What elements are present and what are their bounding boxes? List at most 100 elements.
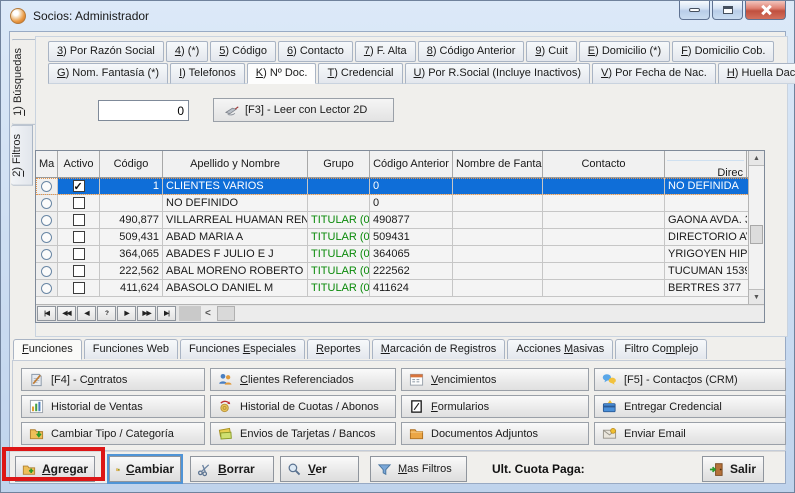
tab-funciones[interactable]: Funciones: [13, 339, 82, 360]
doc-number-input[interactable]: [98, 100, 189, 121]
cell-direccion: GAONA AVDA. 37: [665, 212, 747, 228]
tab-huella-dactilar[interactable]: H) Huella Dactilar: [718, 63, 795, 84]
activo-checkbox[interactable]: [58, 178, 100, 194]
row-selector-radio[interactable]: [36, 263, 58, 279]
entregar-credencial-button[interactable]: Entregar Credencial: [594, 395, 786, 418]
cell-codigo: 411,624: [100, 280, 163, 296]
row-selector-radio[interactable]: [36, 195, 58, 211]
cambiar-tipo-categoria-button[interactable]: Cambiar Tipo / Categoría: [21, 422, 205, 445]
cell-contacto: [543, 229, 665, 245]
cell-contacto: [543, 246, 665, 262]
minimize-button[interactable]: [679, 1, 710, 20]
tab-por-fecha-nac[interactable]: V) Por Fecha de Nac.: [592, 63, 716, 84]
borrar-button[interactable]: Borrar: [190, 456, 274, 482]
tab-domicilio-cob[interactable]: F) Domicilio Cob.: [672, 41, 774, 62]
tab-cuit[interactable]: 9) Cuit: [526, 41, 576, 62]
table-row[interactable]: 222,562 ABAL MORENO ROBERTO E TITULAR (0…: [36, 263, 764, 280]
tab-f-alta[interactable]: 7) F. Alta: [355, 41, 416, 62]
nav-next-page-button[interactable]: ▶▶: [137, 306, 156, 321]
tab-busquedas[interactable]: 1) Búsquedas: [11, 39, 36, 125]
historial-ventas-button[interactable]: Historial de Ventas: [21, 395, 205, 418]
tab-codigo-anterior[interactable]: 8) Código Anterior: [418, 41, 525, 62]
table-row[interactable]: 364,065 ABADES F JULIO E J TITULAR (0) 3…: [36, 246, 764, 263]
header-activo[interactable]: Activo: [58, 151, 100, 177]
row-selector-radio[interactable]: [36, 212, 58, 228]
table-row[interactable]: 509,431 ABAD MARIA A TITULAR (0) 509431 …: [36, 229, 764, 246]
formularios-button[interactable]: Formularios: [401, 395, 589, 418]
nav-prior-page-button[interactable]: ◀◀: [57, 306, 76, 321]
restore-button[interactable]: [712, 1, 743, 20]
grid-navigator: |◀ ◀◀ ◀ ? ▶ ▶▶ ▶| <: [36, 304, 764, 322]
header-direccion[interactable]: Direc: [665, 151, 747, 177]
vencimientos-button[interactable]: Vencimientos: [401, 368, 589, 391]
mas-filtros-button[interactable]: Mas Filtros: [370, 456, 467, 482]
historial-cuotas-button[interactable]: Historial de Cuotas / Abonos: [210, 395, 396, 418]
tab-funciones-especiales[interactable]: Funciones Especiales: [180, 339, 305, 359]
tab-reportes[interactable]: Reportes: [307, 339, 370, 359]
contratos-button[interactable]: [F4] - Contratos: [21, 368, 205, 391]
header-contacto[interactable]: Contacto: [543, 151, 665, 177]
documentos-adjuntos-button[interactable]: Documentos Adjuntos: [401, 422, 589, 445]
salir-button[interactable]: Salir: [702, 456, 764, 482]
tab-nom-fantasia[interactable]: G) Nom. Fantasía (*): [48, 63, 168, 84]
nav-next-button[interactable]: ▶: [117, 306, 136, 321]
header-codigo-anterior[interactable]: Código Anterior: [370, 151, 453, 177]
horizontal-scrollbar[interactable]: <: [201, 306, 764, 321]
header-grupo[interactable]: Grupo: [308, 151, 370, 177]
tab-codigo[interactable]: 5) Código: [210, 41, 276, 62]
header-apellido-nombre[interactable]: Apellido y Nombre: [163, 151, 308, 177]
vertical-scroll-thumb[interactable]: [750, 225, 763, 244]
tab-domicilio[interactable]: E) Domicilio (*): [579, 41, 670, 62]
scroll-down-icon[interactable]: ▼: [749, 289, 764, 304]
tab-asterisco[interactable]: 4) (*): [166, 41, 208, 62]
clientes-referenciados-button[interactable]: Clientes Referenciados: [210, 368, 396, 391]
header-nombre-fantasia[interactable]: Nombre de Fantasí: [453, 151, 543, 177]
tab-filtros[interactable]: 2) Filtros: [11, 125, 33, 186]
table-row[interactable]: 490,877 VILLARREAL HUAMAN REN TITULAR (0…: [36, 212, 764, 229]
leer-lector-2d-button[interactable]: [F3] - Leer con Lector 2D: [213, 98, 394, 122]
header-marca[interactable]: Ma: [36, 151, 58, 177]
table-row[interactable]: 1 CLIENTES VARIOS 0 NO DEFINIDA: [36, 178, 764, 195]
nav-last-button[interactable]: ▶|: [157, 306, 176, 321]
tab-credencial[interactable]: T) Credencial: [318, 63, 402, 84]
tab-filtro-complejo[interactable]: Filtro Complejo: [615, 339, 707, 359]
tab-acciones-masivas[interactable]: Acciones Masivas: [507, 339, 613, 359]
row-selector-radio[interactable]: [36, 178, 58, 194]
activo-checkbox[interactable]: [58, 195, 100, 211]
cambiar-button[interactable]: Cambiar: [109, 456, 181, 482]
activo-checkbox[interactable]: [58, 263, 100, 279]
nav-search-button[interactable]: ?: [97, 306, 116, 321]
header-codigo[interactable]: Código: [100, 151, 163, 177]
tab-contacto[interactable]: 6) Contacto: [278, 41, 353, 62]
activo-checkbox[interactable]: [58, 229, 100, 245]
people-icon: [218, 372, 233, 387]
horizontal-scroll-thumb[interactable]: [217, 306, 235, 321]
scroll-up-icon[interactable]: ▲: [749, 151, 764, 166]
table-row[interactable]: NO DEFINIDO 0: [36, 195, 764, 212]
tab-por-razon-social[interactable]: 3) Por Razón Social: [48, 41, 164, 62]
row-selector-radio[interactable]: [36, 246, 58, 262]
cell-grupo: TITULAR (0): [308, 212, 370, 228]
tab-marcacion-registros[interactable]: Marcación de Registros: [372, 339, 506, 359]
activo-checkbox[interactable]: [58, 280, 100, 296]
tab-nro-doc[interactable]: K) Nº Doc.: [247, 63, 317, 84]
tab-telefonos[interactable]: I) Telefonos: [170, 63, 245, 84]
agregar-button[interactable]: Agregar: [15, 456, 95, 482]
activo-checkbox[interactable]: [58, 212, 100, 228]
row-selector-radio[interactable]: [36, 229, 58, 245]
table-row[interactable]: 411,624 ABASOLO DANIEL M TITULAR (0) 411…: [36, 280, 764, 297]
contactos-crm-button[interactable]: [F5] - Contactos (CRM): [594, 368, 786, 391]
nav-prior-button[interactable]: ◀: [77, 306, 96, 321]
nav-first-button[interactable]: |◀: [37, 306, 56, 321]
row-selector-radio[interactable]: [36, 280, 58, 296]
envios-tarjetas-label: Envios de Tarjetas / Bancos: [240, 428, 376, 440]
activo-checkbox[interactable]: [58, 246, 100, 262]
close-button[interactable]: [745, 1, 786, 20]
envios-tarjetas-button[interactable]: Envios de Tarjetas / Bancos: [210, 422, 396, 445]
scroll-left-icon[interactable]: <: [205, 306, 211, 321]
enviar-email-button[interactable]: Enviar Email: [594, 422, 786, 445]
vertical-scrollbar[interactable]: ▲ ▼: [748, 151, 764, 304]
ver-button[interactable]: Ver: [280, 456, 359, 482]
tab-funciones-web[interactable]: Funciones Web: [84, 339, 178, 359]
tab-por-rsocial-inactivos[interactable]: U) Por R.Social (Incluye Inactivos): [405, 63, 591, 84]
